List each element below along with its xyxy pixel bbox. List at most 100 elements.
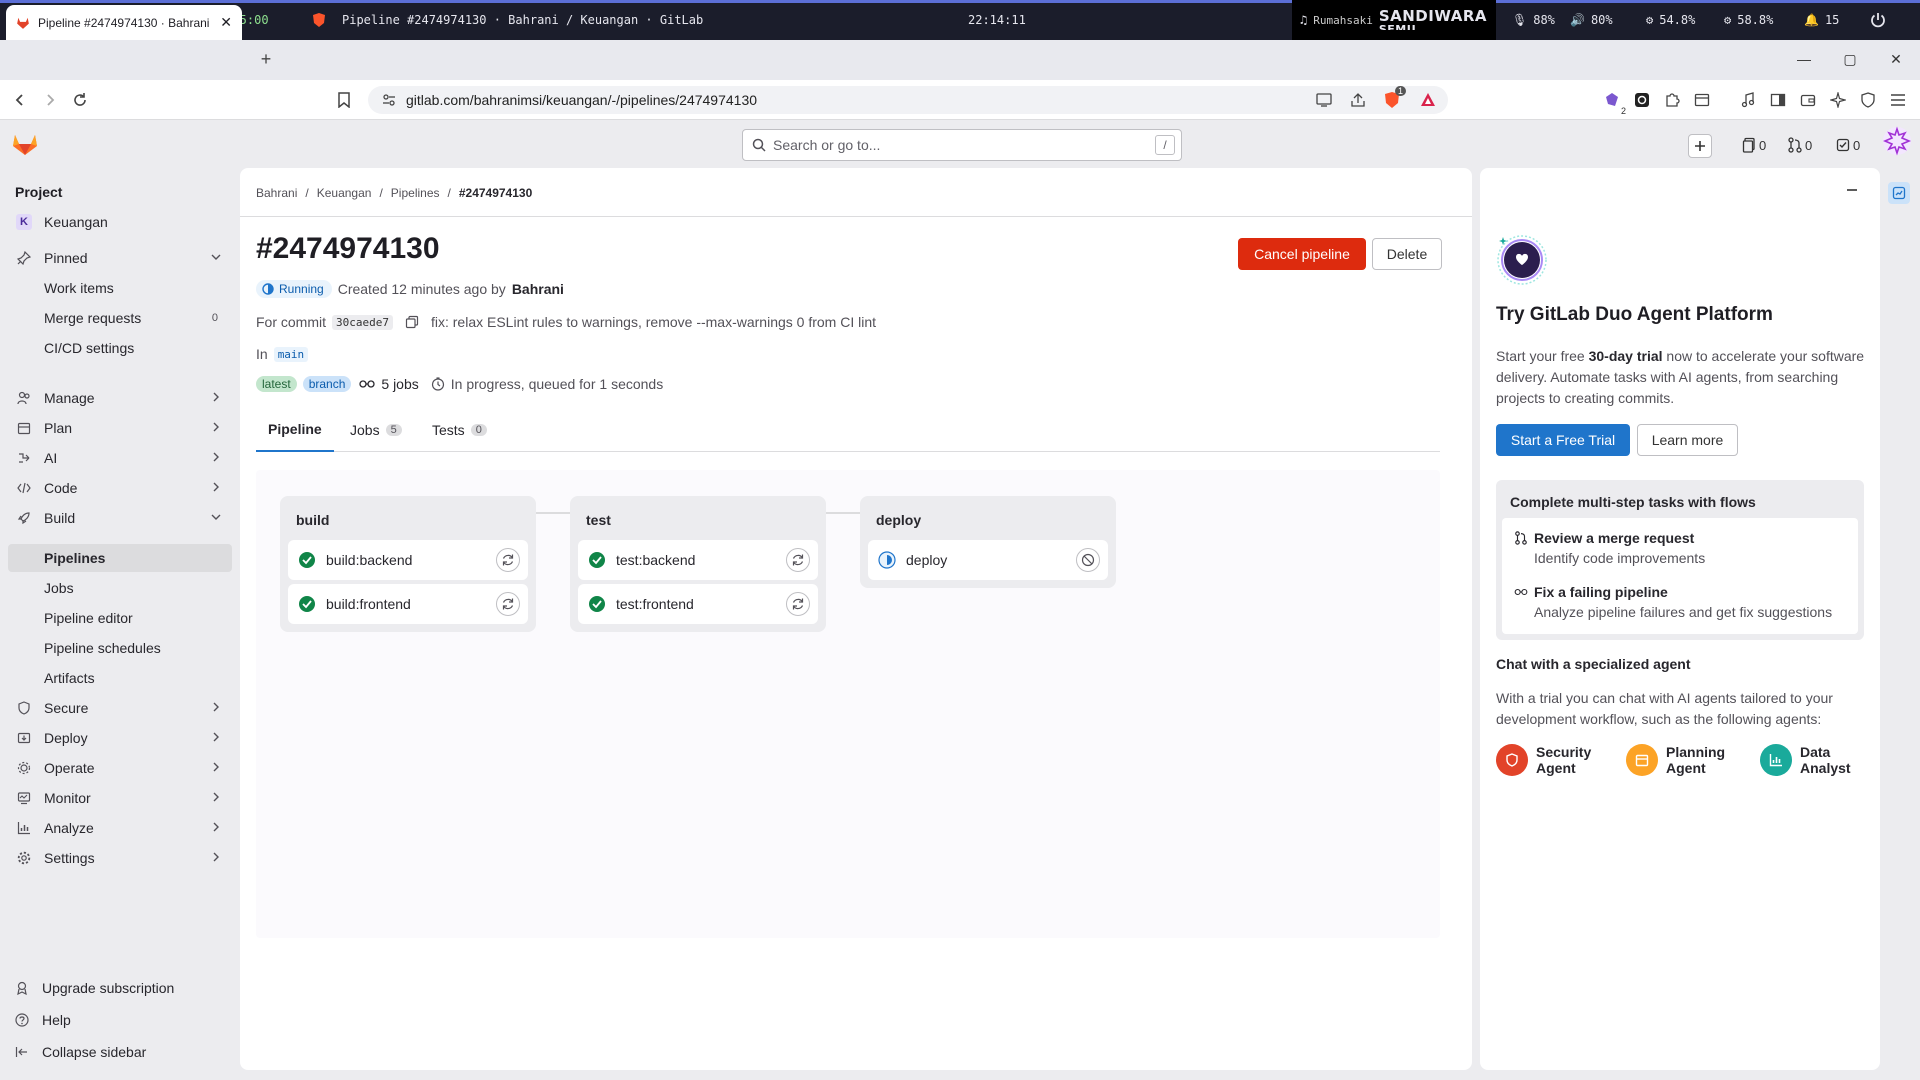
volume-status[interactable]: 🔊 80% bbox=[1570, 0, 1613, 40]
browser-tab[interactable]: Pipeline #2474974130 · Bahrani / ✕ bbox=[6, 5, 242, 40]
tab-jobs[interactable]: Jobs 5 bbox=[350, 408, 402, 452]
retry-icon[interactable] bbox=[496, 548, 520, 572]
agent-planning[interactable]: Planning Agent bbox=[1626, 744, 1730, 776]
user-avatar[interactable] bbox=[1882, 126, 1912, 156]
issues-button[interactable]: 0 bbox=[1742, 134, 1766, 156]
location-pin-icon bbox=[14, 981, 30, 995]
cast-icon[interactable] bbox=[1312, 88, 1336, 112]
sidebar-item-pipelines[interactable]: Pipelines bbox=[8, 544, 232, 572]
chevron-right-icon bbox=[210, 791, 222, 803]
forward-icon[interactable] bbox=[38, 88, 62, 112]
todos-button[interactable]: 0 bbox=[1836, 134, 1860, 156]
sidebar-toggle-icon[interactable] bbox=[1766, 88, 1790, 112]
sidebar-project-link[interactable]: K Keuangan bbox=[8, 208, 232, 236]
collapse-sidebar-button[interactable]: Collapse sidebar bbox=[8, 1038, 232, 1066]
job-build-backend[interactable]: build:backend bbox=[288, 540, 528, 580]
delete-pipeline-button[interactable]: Delete bbox=[1372, 238, 1442, 270]
breadcrumb-item-current[interactable]: #2474974130 bbox=[459, 186, 532, 200]
start-free-trial-button[interactable]: Start a Free Trial bbox=[1496, 424, 1630, 456]
share-icon[interactable] bbox=[1346, 88, 1370, 112]
sidebar-item-secure[interactable]: Secure bbox=[8, 694, 232, 722]
sidebar-item-deploy[interactable]: Deploy bbox=[8, 724, 232, 752]
breadcrumb-item-keuangan[interactable]: Keuangan bbox=[317, 186, 372, 200]
sidebar-pinned-toggle[interactable]: Pinned bbox=[8, 244, 232, 272]
duo-chat-toggle-icon[interactable] bbox=[1888, 182, 1910, 204]
reload-icon[interactable] bbox=[68, 88, 92, 112]
sidebar-item-manage[interactable]: Manage bbox=[8, 384, 232, 412]
sidebar-item-cicd-settings[interactable]: CI/CD settings bbox=[8, 334, 232, 362]
sidebar-item-monitor[interactable]: Monitor bbox=[8, 784, 232, 812]
sidebar-item-merge-requests[interactable]: Merge requests 0 bbox=[8, 304, 232, 332]
flow-review-mr[interactable]: Review a merge request Identify code imp… bbox=[1514, 530, 1705, 566]
retry-icon[interactable] bbox=[786, 592, 810, 616]
retry-icon[interactable] bbox=[786, 548, 810, 572]
sidebar-item-analyze[interactable]: Analyze bbox=[8, 814, 232, 842]
commit-message[interactable]: fix: relax ESLint rules to warnings, rem… bbox=[431, 314, 876, 330]
learn-more-button[interactable]: Learn more bbox=[1637, 424, 1738, 456]
create-new-button[interactable] bbox=[1688, 134, 1712, 158]
site-settings-icon[interactable] bbox=[382, 93, 396, 107]
bell-icon: 🔔 bbox=[1804, 13, 1819, 27]
sidebar-item-plan[interactable]: Plan bbox=[8, 414, 232, 442]
branch-name[interactable]: main bbox=[273, 346, 309, 362]
sidebar-item-code[interactable]: Code bbox=[8, 474, 232, 502]
chat-title: Chat with a specialized agent bbox=[1496, 656, 1691, 672]
music-icon[interactable] bbox=[1736, 88, 1760, 112]
global-search-input[interactable]: Search or go to... / bbox=[742, 129, 1182, 161]
media-widget[interactable]: ♫ Rumahsaki SANDIWARA SEMU bbox=[1292, 0, 1496, 40]
tab-manager-icon[interactable] bbox=[1690, 88, 1714, 112]
minimize-window-button[interactable]: — bbox=[1784, 40, 1824, 78]
extensions-puzzle-icon[interactable] bbox=[1660, 88, 1684, 112]
help-link[interactable]: Help bbox=[8, 1006, 232, 1034]
gitlab-logo-icon[interactable] bbox=[12, 132, 38, 156]
sidebar-item-work-items[interactable]: Work items bbox=[8, 274, 232, 302]
job-test-backend[interactable]: test:backend bbox=[578, 540, 818, 580]
flow-fix-pipeline[interactable]: Fix a failing pipeline Analyze pipeline … bbox=[1514, 584, 1832, 620]
agent-data-analyst[interactable]: Data Analyst bbox=[1760, 744, 1864, 776]
retry-icon[interactable] bbox=[496, 592, 520, 616]
address-bar[interactable]: gitlab.com/bahranimsi/keuangan/-/pipelin… bbox=[368, 86, 1448, 114]
sidebar-item-build[interactable]: Build bbox=[8, 504, 232, 532]
bookmark-icon[interactable] bbox=[332, 88, 356, 112]
breadcrumb-item-bahrani[interactable]: Bahrani bbox=[256, 186, 297, 200]
tab-tests[interactable]: Tests 0 bbox=[432, 408, 487, 452]
brave-shield-icon[interactable]: 1 bbox=[1380, 86, 1406, 112]
maximize-window-button[interactable]: ▢ bbox=[1830, 40, 1870, 78]
job-build-frontend[interactable]: build:frontend bbox=[288, 584, 528, 624]
upgrade-subscription-link[interactable]: Upgrade subscription bbox=[8, 974, 232, 1002]
extension-g-icon[interactable] bbox=[1630, 88, 1654, 112]
tab-pipeline[interactable]: Pipeline bbox=[256, 408, 334, 452]
sidebar-item-settings[interactable]: Settings bbox=[8, 844, 232, 872]
commit-sha[interactable]: 30caede7 bbox=[332, 314, 393, 330]
merge-requests-button[interactable]: 0 bbox=[1788, 134, 1812, 156]
agent-security[interactable]: Security Agent bbox=[1496, 744, 1600, 776]
sidebar-item-ai[interactable]: AI bbox=[8, 444, 232, 472]
mic-status[interactable]: 🎙 88% bbox=[1512, 0, 1555, 40]
author-link[interactable]: Bahrani bbox=[512, 281, 564, 297]
tab-close-icon[interactable]: ✕ bbox=[220, 14, 232, 31]
notification-status[interactable]: 🔔 15 bbox=[1804, 0, 1839, 40]
new-tab-button[interactable]: + bbox=[254, 47, 278, 71]
sidebar-item-jobs[interactable]: Jobs bbox=[8, 574, 232, 602]
brave-rewards-icon[interactable] bbox=[1416, 88, 1440, 112]
sidebar-item-pipeline-editor[interactable]: Pipeline editor bbox=[8, 604, 232, 632]
cancel-pipeline-button[interactable]: Cancel pipeline bbox=[1238, 238, 1366, 270]
wallet-icon[interactable] bbox=[1796, 88, 1820, 112]
status-badge[interactable]: Running bbox=[256, 280, 332, 298]
cancel-job-icon[interactable] bbox=[1076, 548, 1100, 572]
minimize-panel-icon[interactable] bbox=[1844, 182, 1860, 198]
job-deploy[interactable]: deploy bbox=[868, 540, 1108, 580]
sidebar-item-artifacts[interactable]: Artifacts bbox=[8, 664, 232, 692]
job-test-frontend[interactable]: test:frontend bbox=[578, 584, 818, 624]
copy-icon[interactable] bbox=[405, 315, 419, 329]
extension-ai-icon[interactable]: 2 bbox=[1600, 88, 1626, 116]
sidebar-item-pipeline-schedules[interactable]: Pipeline schedules bbox=[8, 634, 232, 662]
browser-menu-icon[interactable] bbox=[1886, 88, 1910, 112]
leo-ai-icon[interactable] bbox=[1826, 88, 1850, 112]
sidebar-item-operate[interactable]: Operate bbox=[8, 754, 232, 782]
back-icon[interactable] bbox=[8, 88, 32, 112]
vpn-icon[interactable] bbox=[1856, 88, 1880, 112]
close-window-button[interactable]: ✕ bbox=[1876, 40, 1916, 78]
breadcrumb-item-pipelines[interactable]: Pipelines bbox=[391, 186, 440, 200]
power-icon[interactable] bbox=[1870, 0, 1886, 40]
